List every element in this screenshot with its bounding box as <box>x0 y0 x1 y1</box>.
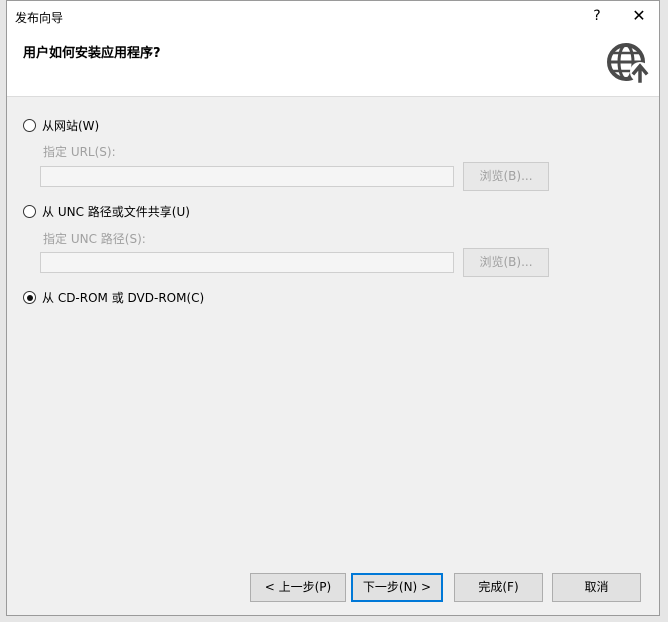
close-button[interactable]: ✕ <box>627 5 651 27</box>
browse-unc-button[interactable]: 浏览(B)... <box>463 248 549 277</box>
previous-button[interactable]: < 上一步(P) <box>250 573 346 602</box>
radio-cdrom[interactable]: 从 CD-ROM 或 DVD-ROM(C) <box>23 289 204 306</box>
radio-unc[interactable]: 从 UNC 路径或文件共享(U) <box>23 203 190 220</box>
finish-button[interactable]: 完成(F) <box>454 573 543 602</box>
unc-path-input[interactable] <box>40 252 454 273</box>
help-button[interactable]: ? <box>587 5 607 27</box>
radio-website-label: 从网站(W) <box>42 119 100 133</box>
url-label: 指定 URL(S): <box>43 145 116 159</box>
url-input[interactable] <box>40 166 454 187</box>
radio-website-circle[interactable] <box>23 119 36 132</box>
wizard-header: 用户如何安装应用程序? <box>7 33 659 97</box>
browse-url-button[interactable]: 浏览(B)... <box>463 162 549 191</box>
dialog-title: 发布向导 <box>15 11 64 25</box>
next-button[interactable]: 下一步(N) > <box>351 573 443 602</box>
unc-path-label: 指定 UNC 路径(S): <box>43 232 146 246</box>
radio-cdrom-label: 从 CD-ROM 或 DVD-ROM(C) <box>42 291 205 305</box>
page-heading: 用户如何安装应用程序? <box>23 46 161 61</box>
cancel-button[interactable]: 取消 <box>552 573 641 602</box>
title-bar: 发布向导 ? ✕ <box>7 1 659 33</box>
publish-wizard-dialog: 发布向导 ? ✕ 用户如何安装应用程序? 从网站(W) 指定 URL(S): 浏… <box>6 0 660 616</box>
radio-cdrom-circle[interactable] <box>23 291 36 304</box>
globe-upload-icon <box>607 43 650 83</box>
radio-website[interactable]: 从网站(W) <box>23 117 99 134</box>
wizard-footer: < 上一步(P) 下一步(N) > 完成(F) 取消 <box>7 556 659 615</box>
radio-unc-label: 从 UNC 路径或文件共享(U) <box>42 205 190 219</box>
radio-unc-circle[interactable] <box>23 205 36 218</box>
